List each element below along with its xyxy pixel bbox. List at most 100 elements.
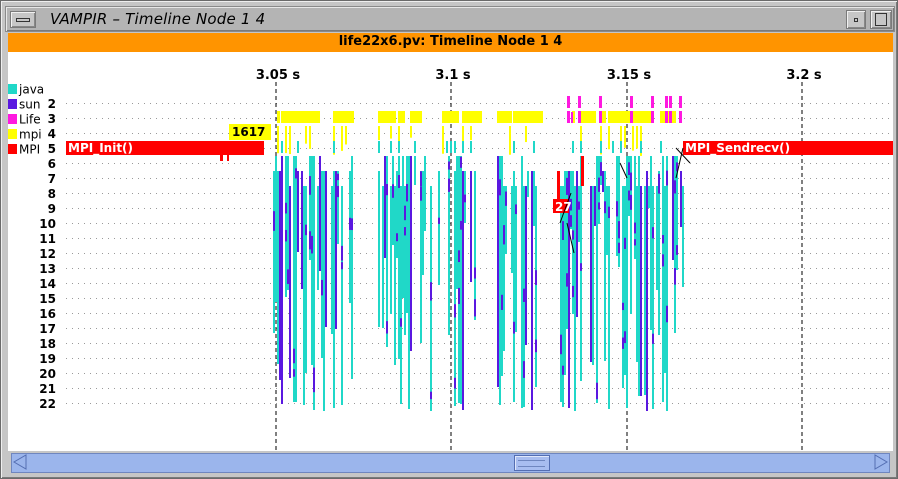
trace-activity <box>454 304 456 318</box>
trace-activity <box>598 202 600 210</box>
trace-activity <box>666 170 668 186</box>
trace-activity <box>470 141 472 153</box>
trace-activity <box>325 196 327 212</box>
maximize-icon[interactable] <box>870 10 892 29</box>
thread-label: 21 <box>39 382 56 396</box>
trace-activity <box>285 156 287 297</box>
trace-activity <box>521 156 523 408</box>
trace-activity <box>566 177 568 195</box>
trace-activity <box>341 262 343 270</box>
timeline-canvas[interactable]: 3.05 s 3.1 s 3.15 s 3.2 s javasunLifempiMPI 2… <box>8 52 893 451</box>
trace-activity <box>620 141 622 153</box>
timeline-header-bar: life22x6.pv: Timeline Node 1 4 <box>8 33 893 52</box>
minimize-icon[interactable] <box>846 10 866 29</box>
trace-activity <box>420 171 422 187</box>
thread-label: 4 <box>48 127 56 141</box>
trace-activity <box>618 221 620 239</box>
trace-activity <box>462 171 464 410</box>
trace-activity <box>293 369 295 377</box>
trace-activity <box>527 171 529 197</box>
trace-activity <box>624 186 626 375</box>
scroll-track[interactable] <box>11 453 890 473</box>
mpi-4-bar <box>509 126 511 155</box>
scroll-thumb[interactable] <box>514 455 550 471</box>
trace-activity <box>470 171 472 282</box>
horizontal-scrollbar[interactable] <box>8 451 893 475</box>
state-bar <box>220 149 223 161</box>
trace-activity <box>624 237 626 250</box>
life-bar <box>679 96 682 108</box>
mpi-4-bar <box>636 126 638 149</box>
trace-activity <box>301 199 303 211</box>
trace-activity <box>570 215 572 227</box>
mpi-4-bar <box>285 126 287 154</box>
thread-label: 22 <box>39 397 56 411</box>
trace-activity <box>604 171 606 361</box>
trace-activity <box>616 201 618 217</box>
timeline-plot-area[interactable]: 3.05 s 3.1 s 3.15 s 3.2 s java sun Life mpi MPI 2… <box>8 52 893 451</box>
state-label: 1617 <box>232 125 265 139</box>
legend-label-java: java <box>18 83 44 97</box>
life-bar <box>578 96 581 108</box>
trace-activity <box>277 171 279 364</box>
trace-activity <box>323 171 325 411</box>
legend-swatch-life <box>8 114 17 124</box>
trace-activity <box>464 194 466 203</box>
life-bar <box>630 111 633 123</box>
trace-activity <box>618 242 620 254</box>
trace-activity <box>511 186 513 273</box>
message-line <box>619 162 628 179</box>
time-tick-label: 3.05 s <box>256 68 301 83</box>
trace-activity <box>501 294 503 310</box>
trace-activity <box>331 186 333 334</box>
trace-activity <box>295 168 297 179</box>
trace-activity <box>438 171 440 285</box>
trace-activity <box>337 185 339 198</box>
mpi-4-bar <box>289 111 297 123</box>
window-menu-icon[interactable] <box>10 11 36 28</box>
legend-label-mpi: MPI <box>19 143 40 157</box>
trace-activity <box>406 183 408 202</box>
trace-activity <box>602 171 604 192</box>
state-label: MPI_Init() <box>68 141 133 156</box>
trace-activity <box>454 141 456 153</box>
scroll-left-arrow-icon[interactable] <box>11 453 30 471</box>
trace-activity <box>523 288 525 302</box>
trace-activity <box>460 220 462 230</box>
trace-activity <box>525 186 527 345</box>
trace-activity <box>311 156 313 365</box>
trace-activity <box>533 141 535 153</box>
trace-activity <box>301 171 303 289</box>
trace-activity <box>628 162 630 176</box>
trace-activity <box>404 205 406 221</box>
trace-activity <box>600 141 602 153</box>
title-bar[interactable]: VAMPIR – Timeline Node 1 4 <box>5 6 895 32</box>
trace-activity <box>600 162 602 176</box>
trace-activity <box>430 282 432 301</box>
trace-activity <box>652 333 654 344</box>
thread-label: 15 <box>39 292 56 306</box>
life-bar <box>651 111 654 123</box>
trace-activity <box>674 180 676 194</box>
trace-activity <box>628 190 630 201</box>
trace-activity <box>424 156 426 231</box>
trace-activity <box>658 171 660 335</box>
mpi-4-bar <box>632 126 634 151</box>
mpi-4-bar <box>442 126 444 154</box>
mpi-4-bar <box>446 111 450 123</box>
scroll-right-arrow-icon[interactable] <box>871 453 890 471</box>
trace-activity <box>533 171 535 226</box>
mpi-4-bar <box>462 111 471 123</box>
trace-activity <box>325 298 327 307</box>
trace-activity <box>515 204 517 215</box>
trace-activity <box>305 224 307 236</box>
trace-activity <box>297 228 299 248</box>
trace-activity <box>682 186 684 287</box>
trace-activity <box>592 186 594 365</box>
mpi-4-bar <box>309 111 320 123</box>
mpi-4-bar <box>378 126 380 141</box>
trace-activity <box>460 156 462 404</box>
trace-activity <box>513 171 515 402</box>
vampir-timeline-window: VAMPIR – Timeline Node 1 4 life22x6.pv: … <box>0 0 898 479</box>
trace-activity <box>652 227 654 239</box>
